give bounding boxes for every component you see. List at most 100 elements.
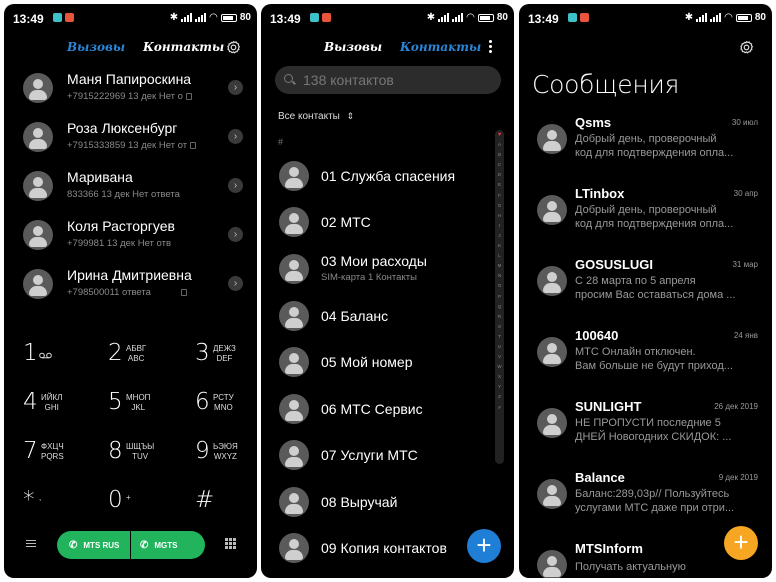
notification-icons: [568, 13, 589, 22]
key-3[interactable]: 3 ДЕЖЗ DEF: [195, 340, 257, 380]
dialpad-grid-icon[interactable]: [225, 538, 236, 549]
alphabet-index-letter[interactable]: P: [495, 292, 504, 302]
status-bar: 13:49 ✱ ◠ 80: [519, 4, 772, 32]
call-detail: 833366 13 дек Нет ответа: [67, 189, 180, 200]
key-7[interactable]: 7 ФХЦЧ PQRS: [23, 438, 93, 478]
alphabet-index-letter[interactable]: Z: [495, 392, 504, 402]
contact-item[interactable]: 07 Услуги МТС: [261, 433, 514, 479]
contact-name: 07 Услуги МТС: [321, 447, 418, 463]
alphabet-index-letter[interactable]: V: [495, 352, 504, 362]
alphabet-index-letter[interactable]: Y: [495, 382, 504, 392]
contact-item[interactable]: 02 МТС: [261, 200, 514, 246]
message-thread[interactable]: GOSUSLUGI 31 мар С 28 марта по 5 апреля …: [519, 254, 772, 325]
alphabet-index-letter[interactable]: J: [495, 231, 504, 241]
info-arrow-icon[interactable]: ›: [228, 178, 243, 193]
status-bar: 13:49 ✱ ◠ 80: [261, 4, 514, 32]
key-4[interactable]: 4 ИЙКЛ GHI: [23, 389, 93, 429]
alphabet-index-letter[interactable]: N: [495, 271, 504, 281]
call-log-item[interactable]: Маривана 833366 13 дек Нет ответа ›: [4, 166, 257, 215]
search-input[interactable]: 138 контактов: [275, 66, 501, 94]
call-log-item[interactable]: Роза Люксенбург +7915333859 13 дек Нет о…: [4, 117, 257, 166]
contacts-filter-dropdown[interactable]: Все контакты ⇕: [278, 111, 354, 122]
alphabet-index-letter[interactable]: H: [495, 211, 504, 221]
contact-item[interactable]: 04 Баланс: [261, 294, 514, 340]
app-notification-icon: [568, 13, 577, 22]
alphabet-index-scrollbar[interactable]: ♥ A B C D E F G H I J K L M N O P Q R S T U V W X Y Z #: [495, 130, 504, 464]
alphabet-index-letter[interactable]: F: [495, 191, 504, 201]
contact-item[interactable]: 06 МТС Сервис: [261, 387, 514, 433]
alphabet-index-letter[interactable]: B: [495, 150, 504, 160]
call-log-item[interactable]: Ирина Дмитриевна +798500011 ответа ›: [4, 264, 257, 313]
menu-icon[interactable]: [26, 540, 36, 548]
add-contact-button[interactable]: +: [467, 529, 501, 563]
info-arrow-icon[interactable]: ›: [228, 276, 243, 291]
avatar: [537, 479, 567, 509]
alphabet-index-letter[interactable]: M: [495, 261, 504, 271]
search-placeholder: 138 контактов: [303, 72, 394, 88]
alphabet-index-letter[interactable]: #: [495, 403, 504, 413]
contact-item[interactable]: 03 Мои расходы SIM-карта 1 Контакты: [261, 247, 514, 293]
key-6[interactable]: 6 РСТУ MNO: [195, 389, 257, 429]
message-thread[interactable]: SUNLIGHT 26 дек 2019 НЕ ПРОПУСТИ последн…: [519, 396, 772, 467]
message-thread[interactable]: Qsms 30 июл Добрый день, проверочный код…: [519, 112, 772, 183]
avatar: [537, 337, 567, 367]
tab-calls[interactable]: Вызовы: [67, 40, 125, 54]
alphabet-index-letter[interactable]: K: [495, 241, 504, 251]
message-thread[interactable]: 100640 24 янв МТС Онлайн отключен. Вам б…: [519, 325, 772, 396]
sim-icon: [190, 141, 197, 149]
alphabet-index-letter[interactable]: L: [495, 251, 504, 261]
key-9[interactable]: 9 ЬЭЮЯ WXYZ: [195, 438, 257, 478]
contact-item[interactable]: 08 Выручай: [261, 480, 514, 526]
alphabet-index-letter[interactable]: X: [495, 372, 504, 382]
alphabet-index-letter[interactable]: S: [495, 322, 504, 332]
alphabet-index-letter[interactable]: W: [495, 362, 504, 372]
alphabet-index-letter[interactable]: ♥: [495, 130, 504, 140]
contact-item[interactable]: 01 Служба спасения: [261, 154, 514, 200]
call-log-item[interactable]: Маня Папироскина +7915222969 13 дек Нет …: [4, 68, 257, 117]
tab-contacts[interactable]: Контакты: [400, 40, 481, 54]
key-hash[interactable]: #: [195, 487, 257, 527]
signal-icon: [452, 13, 464, 22]
alphabet-index-letter[interactable]: C: [495, 160, 504, 170]
contact-item[interactable]: 05 Мой номер: [261, 340, 514, 386]
avatar: [537, 195, 567, 225]
gear-icon[interactable]: [225, 39, 241, 55]
message-thread[interactable]: LTinbox 30 апр Добрый день, проверочный …: [519, 183, 772, 254]
key-letters: МНОП JKL: [126, 393, 151, 412]
call-sim2-button[interactable]: ✆ MGTS: [131, 531, 205, 559]
alphabet-index-letter[interactable]: E: [495, 180, 504, 190]
gear-icon[interactable]: [738, 39, 754, 55]
alphabet-index-letter[interactable]: Q: [495, 302, 504, 312]
battery-icon: [477, 13, 494, 22]
alphabet-index-letter[interactable]: T: [495, 332, 504, 342]
tab-calls[interactable]: Вызовы: [324, 40, 382, 54]
key-star[interactable]: * ,: [23, 487, 93, 527]
alphabet-index-letter[interactable]: A: [495, 140, 504, 150]
key-1[interactable]: 1: [23, 340, 93, 380]
plus-icon: +: [733, 527, 749, 557]
alphabet-index-letter[interactable]: D: [495, 170, 504, 180]
key-letters: ИЙКЛ GHI: [41, 393, 63, 412]
voicemail-icon: [39, 352, 52, 359]
alphabet-index-letter[interactable]: I: [495, 221, 504, 231]
tab-contacts[interactable]: Контакты: [143, 40, 224, 54]
call-sim1-button[interactable]: ✆ MTS RUS: [57, 531, 130, 559]
new-message-button[interactable]: +: [724, 526, 758, 560]
key-5[interactable]: 5 МНОП JKL: [108, 389, 178, 429]
sim-icon: [180, 288, 187, 296]
page-title: Сообщения: [532, 70, 680, 99]
info-arrow-icon[interactable]: ›: [228, 129, 243, 144]
key-0[interactable]: 0 +: [108, 487, 178, 527]
avatar: [279, 440, 309, 470]
key-2[interactable]: 2 АБВГ ABC: [108, 340, 178, 380]
alphabet-index-letter[interactable]: O: [495, 281, 504, 291]
info-arrow-icon[interactable]: ›: [228, 80, 243, 95]
info-arrow-icon[interactable]: ›: [228, 227, 243, 242]
key-8[interactable]: 8 ШЩЪЫ TUV: [108, 438, 178, 478]
alphabet-index-letter[interactable]: G: [495, 201, 504, 211]
call-log-item[interactable]: Коля Расторгуев +799981 13 дек Нет отв ›: [4, 215, 257, 264]
bluetooth-icon: ✱: [684, 12, 694, 23]
more-vert-icon[interactable]: [489, 40, 492, 55]
alphabet-index-letter[interactable]: U: [495, 342, 504, 352]
alphabet-index-letter[interactable]: R: [495, 312, 504, 322]
